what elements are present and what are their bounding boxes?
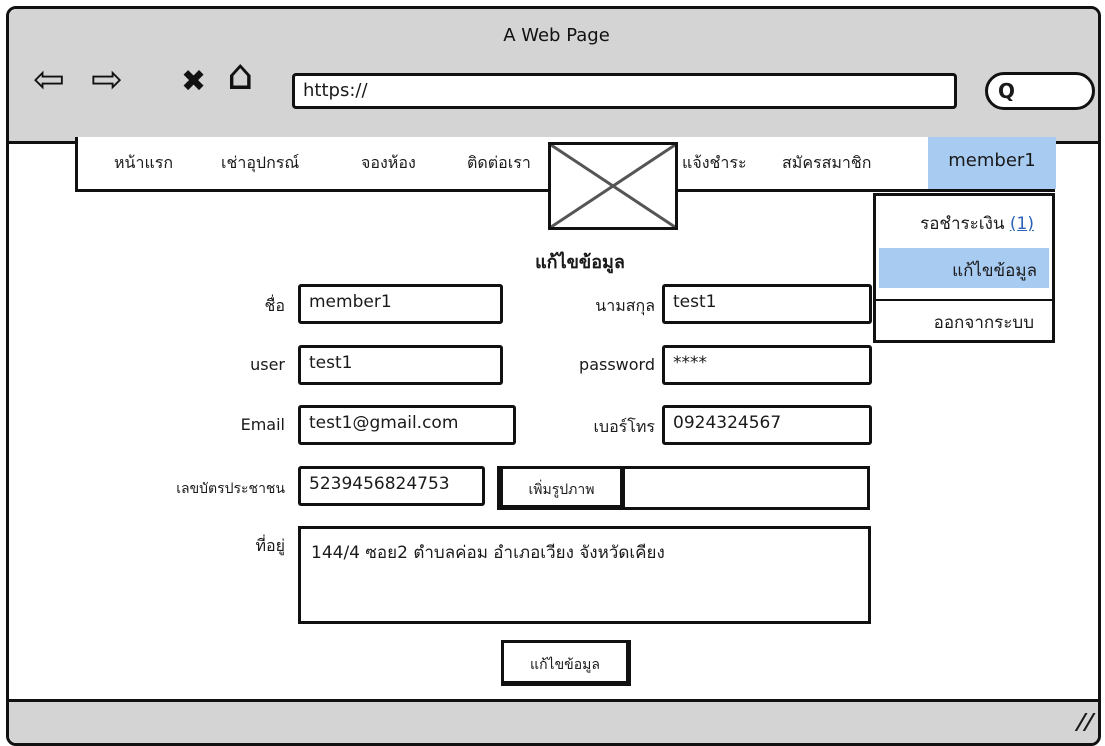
user-label: user bbox=[250, 355, 285, 374]
submit-edit-button[interactable]: แก้ไขข้อมูล bbox=[501, 640, 631, 686]
email-input[interactable]: test1@gmail.com bbox=[298, 405, 516, 445]
dropdown-item-pending-payment[interactable]: รอชำระเงิน (1) bbox=[876, 210, 1052, 237]
resize-grip-icon[interactable]: // bbox=[1074, 710, 1097, 735]
nav-item-register[interactable]: สมัครสมาชิก bbox=[782, 151, 871, 176]
phone-label: เบอร์โทร bbox=[593, 417, 655, 436]
nav-item-home[interactable]: หน้าแรก bbox=[114, 151, 173, 176]
id-number-input[interactable]: 5239456824753 bbox=[298, 466, 485, 506]
address-textarea[interactable]: 144/4 ซอย2 ตำบลค่อม อำเภอเวียง จังหวัดเค… bbox=[298, 526, 871, 624]
first-name-input[interactable]: member1 bbox=[298, 284, 503, 324]
search-icon: Q bbox=[998, 79, 1016, 103]
email-label: Email bbox=[240, 415, 285, 434]
page-title: แก้ไขข้อมูล bbox=[535, 252, 625, 273]
forward-icon[interactable]: ⇨ bbox=[91, 59, 123, 99]
back-icon[interactable]: ⇦ bbox=[33, 59, 65, 99]
stop-icon[interactable]: ✖ bbox=[181, 62, 206, 102]
nav-item-book-room[interactable]: จองห้อง bbox=[361, 151, 416, 176]
dropdown-item-edit-profile[interactable]: แก้ไขข้อมูล bbox=[879, 248, 1049, 288]
window-title: A Web Page bbox=[503, 25, 610, 46]
nav-item-contact[interactable]: ติดต่อเรา bbox=[467, 151, 531, 176]
pending-payment-label: รอชำระเงิน bbox=[920, 214, 1005, 234]
last-name-label: นามสกุล bbox=[595, 296, 655, 315]
nav-item-rent-equipment[interactable]: เช่าอุปกรณ์ bbox=[221, 151, 299, 176]
url-bar[interactable]: https:// bbox=[292, 73, 957, 109]
address-label: ที่อยู่ bbox=[255, 536, 285, 555]
password-label: password bbox=[579, 355, 655, 374]
dropdown-divider bbox=[876, 299, 1052, 301]
add-image-button[interactable]: เพิ่มรูปภาพ bbox=[500, 466, 625, 510]
password-input[interactable]: **** bbox=[662, 345, 872, 385]
search-box[interactable]: Q bbox=[985, 72, 1095, 110]
last-name-input[interactable]: test1 bbox=[662, 284, 872, 324]
phone-input[interactable]: 0924324567 bbox=[662, 405, 872, 445]
nav-item-member[interactable]: member1 bbox=[928, 137, 1056, 189]
nav-item-payment[interactable]: แจ้งชำระ bbox=[682, 151, 747, 176]
member-dropdown: รอชำระเงิน (1) แก้ไขข้อมูล ออกจากระบบ bbox=[873, 193, 1055, 343]
browser-window: A Web Page ⇦ ⇨ ✖ ⌂ https:// Q // bbox=[6, 6, 1101, 746]
pending-count-link[interactable]: (1) bbox=[1010, 214, 1034, 234]
browser-toolbar: A Web Page ⇦ ⇨ ✖ ⌂ https:// Q bbox=[9, 9, 1098, 144]
status-bar: // bbox=[9, 699, 1098, 743]
dropdown-item-logout[interactable]: ออกจากระบบ bbox=[876, 309, 1052, 336]
first-name-label: ชื่อ bbox=[264, 296, 285, 315]
home-icon[interactable]: ⌂ bbox=[227, 54, 254, 96]
logo-image-placeholder bbox=[548, 142, 678, 230]
user-input[interactable]: test1 bbox=[298, 345, 503, 385]
id-number-label: เลขบัตรประชาชน bbox=[176, 481, 285, 497]
